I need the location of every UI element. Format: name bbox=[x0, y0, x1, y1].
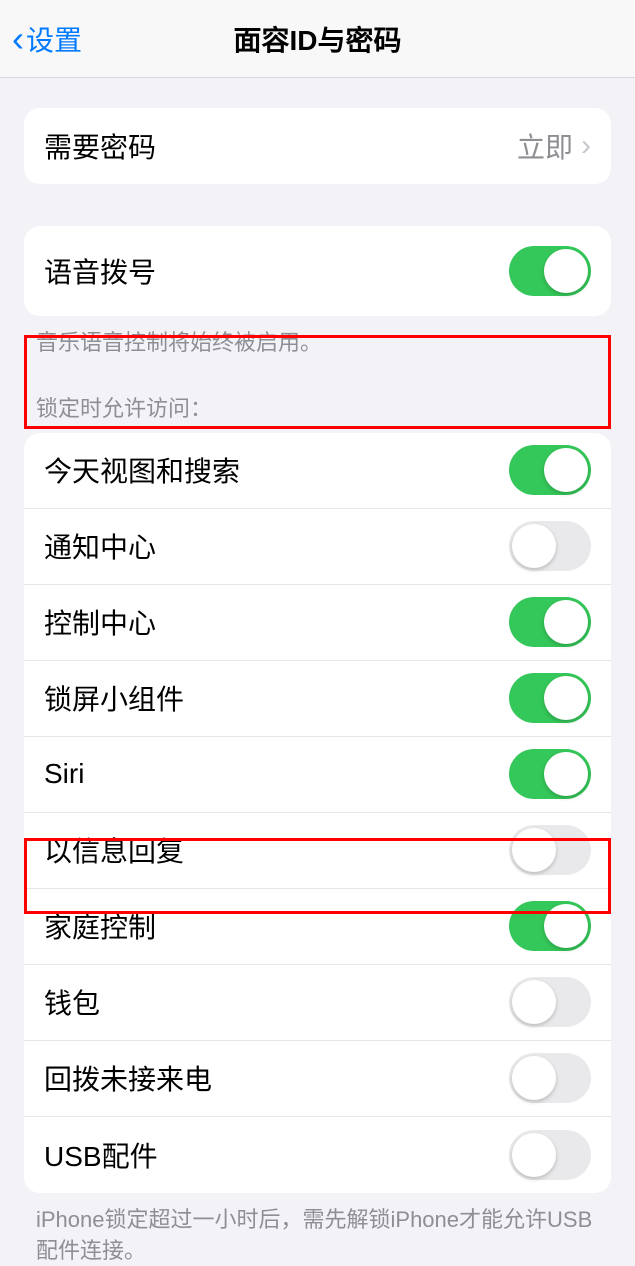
locked-item-toggle[interactable] bbox=[509, 977, 591, 1027]
locked-item-label: USB配件 bbox=[44, 1135, 158, 1175]
locked-item-row: 钱包 bbox=[24, 965, 611, 1041]
toggle-knob bbox=[512, 828, 556, 872]
locked-item-row: 通知中心 bbox=[24, 509, 611, 585]
locked-item-label: 通知中心 bbox=[44, 526, 156, 566]
locked-item-label: 今天视图和搜索 bbox=[44, 450, 240, 490]
require-passcode-group: 需要密码 立即 › bbox=[24, 108, 611, 184]
toggle-knob bbox=[512, 1056, 556, 1100]
chevron-left-icon: ‹ bbox=[12, 21, 24, 57]
locked-item-row: 锁屏小组件 bbox=[24, 661, 611, 737]
locked-item-row: 以信息回复 bbox=[24, 813, 611, 889]
voice-dial-row: 语音拨号 bbox=[24, 226, 611, 316]
toggle-knob bbox=[544, 249, 588, 293]
locked-item-label: 以信息回复 bbox=[44, 830, 184, 870]
locked-item-toggle[interactable] bbox=[509, 597, 591, 647]
require-passcode-value-wrap: 立即 › bbox=[517, 126, 591, 166]
voice-dial-group: 语音拨号 bbox=[24, 226, 611, 316]
toggle-knob bbox=[512, 1133, 556, 1177]
locked-item-row: USB配件 bbox=[24, 1117, 611, 1193]
locked-item-label: 控制中心 bbox=[44, 602, 156, 642]
locked-section-footer: iPhone锁定超过一小时后，需先解锁iPhone才能允许USB配件连接。 bbox=[36, 1205, 599, 1266]
locked-item-toggle[interactable] bbox=[509, 1130, 591, 1180]
locked-item-row: 家庭控制 bbox=[24, 889, 611, 965]
locked-item-label: 家庭控制 bbox=[44, 906, 156, 946]
locked-section-header: 锁定时允许访问： bbox=[36, 391, 599, 423]
require-passcode-value: 立即 bbox=[517, 126, 573, 166]
locked-item-label: 锁屏小组件 bbox=[44, 678, 184, 718]
locked-item-row: Siri bbox=[24, 737, 611, 813]
require-passcode-row[interactable]: 需要密码 立即 › bbox=[24, 108, 611, 184]
locked-item-toggle[interactable] bbox=[509, 445, 591, 495]
toggle-knob bbox=[544, 448, 588, 492]
locked-item-toggle[interactable] bbox=[509, 825, 591, 875]
chevron-right-icon: › bbox=[581, 129, 591, 163]
locked-item-toggle[interactable] bbox=[509, 901, 591, 951]
locked-item-row: 控制中心 bbox=[24, 585, 611, 661]
voice-dial-footer: 音乐语音控制将始终被启用。 bbox=[36, 328, 599, 359]
toggle-knob bbox=[544, 752, 588, 796]
locked-item-toggle[interactable] bbox=[509, 521, 591, 571]
locked-item-toggle[interactable] bbox=[509, 673, 591, 723]
locked-item-row: 回拨未接来电 bbox=[24, 1041, 611, 1117]
locked-access-group: 今天视图和搜索通知中心控制中心锁屏小组件 Siri 以信息回复家庭控制钱包回拨未接来… bbox=[24, 433, 611, 1193]
locked-item-row: 今天视图和搜索 bbox=[24, 433, 611, 509]
toggle-knob bbox=[512, 524, 556, 568]
toggle-knob bbox=[544, 904, 588, 948]
locked-item-label: 钱包 bbox=[44, 982, 100, 1022]
toggle-knob bbox=[512, 980, 556, 1024]
toggle-knob bbox=[544, 676, 588, 720]
locked-item-toggle[interactable] bbox=[509, 749, 591, 799]
header-bar: ‹ 设置 面容ID与密码 bbox=[0, 0, 635, 78]
require-passcode-label: 需要密码 bbox=[44, 126, 156, 166]
locked-item-label: Siri bbox=[44, 758, 84, 790]
voice-dial-label: 语音拨号 bbox=[44, 251, 156, 291]
voice-dial-toggle[interactable] bbox=[509, 246, 591, 296]
locked-item-toggle[interactable] bbox=[509, 1053, 591, 1103]
back-button[interactable]: ‹ 设置 bbox=[12, 19, 82, 59]
back-label: 设置 bbox=[26, 19, 82, 59]
toggle-knob bbox=[544, 600, 588, 644]
locked-item-label: 回拨未接来电 bbox=[44, 1058, 212, 1098]
page-title: 面容ID与密码 bbox=[233, 19, 401, 59]
